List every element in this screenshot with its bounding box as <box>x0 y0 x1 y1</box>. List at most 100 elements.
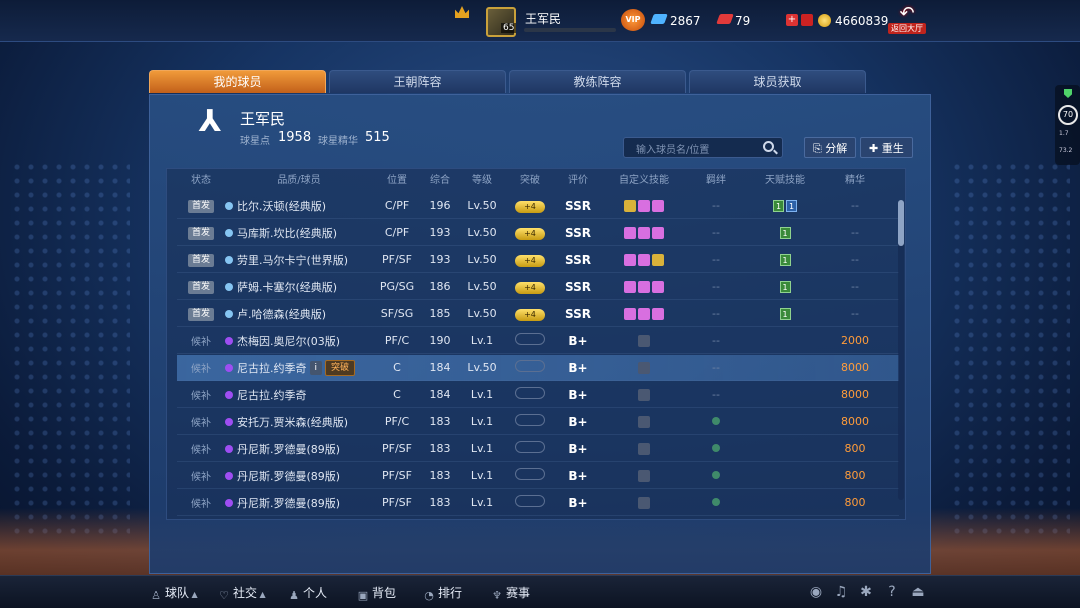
breakthrough-pill <box>515 387 545 399</box>
table-scrollbar[interactable] <box>898 200 904 500</box>
tab-coach-lineup[interactable]: 教练阵容 <box>509 70 686 93</box>
player-name[interactable]: 比尔.沃顿(经典版) <box>237 200 326 213</box>
player-table: 状态 品质/球员 位置 综合 等级 突破 评价 自定义技能 羁绊 天赋技能 精华 首发 比尔.沃顿(经… <box>166 168 906 520</box>
gear-icon[interactable]: ✱ <box>858 584 874 600</box>
music-icon[interactable]: ♫ <box>833 584 849 600</box>
essence-cell: -- <box>825 199 885 212</box>
player-name-cell: 尼古拉.约季奇 i 突破 <box>225 359 373 376</box>
nav-bag[interactable]: ▣ 背包 <box>357 584 396 602</box>
table-row[interactable]: 候补 尼古拉.约季奇 C 184 Lv.1 B+ -- 8000 <box>177 382 899 408</box>
player-name-cell: 比尔.沃顿(经典版) <box>225 198 373 214</box>
table-row[interactable]: 候补 丹尼斯.罗德曼(89版) PF/SF 183 Lv.1 B+ 800 <box>177 463 899 489</box>
fetter-icon <box>712 444 720 452</box>
table-row[interactable]: 候补 尼古拉.约季奇 i 突破 C 184 Lv.50 B+ -- 8000 <box>177 355 899 381</box>
level-cell: Lv.50 <box>459 226 505 239</box>
position: PG/SG <box>379 280 415 293</box>
skill-icon <box>652 200 664 212</box>
custom-skills-cell <box>601 334 687 347</box>
table-row[interactable]: 首发 比尔.沃顿(经典版) C/PF 196 Lv.50 +4 SSR -- 1 1 -- <box>177 193 899 219</box>
essence-cell: -- <box>825 226 885 239</box>
vip-icon[interactable]: VIP <box>621 9 645 31</box>
player-name[interactable]: 萨姆.卡塞尔(经典版) <box>237 281 337 294</box>
lock-icon <box>638 497 650 509</box>
rebirth-button[interactable]: ✚ 重生 <box>860 137 913 158</box>
breakthrough-cell: +4 <box>505 253 555 267</box>
essence-value: 800 <box>844 469 866 482</box>
info-button[interactable]: i <box>309 360 323 375</box>
talent-chip: 1 <box>779 254 791 266</box>
crown-icon <box>455 6 469 18</box>
player-name[interactable]: 丹尼斯.罗德曼(89版) <box>237 470 340 483</box>
table-row[interactable]: 首发 马库斯.坎比(经典版) C/PF 193 Lv.50 +4 SSR -- 1 -- <box>177 220 899 246</box>
breakthrough-button[interactable]: 突破 <box>325 359 356 376</box>
nav-team[interactable]: ♙ 球队 ▲ <box>150 584 198 602</box>
player-name[interactable]: 卢.哈德森(经典版) <box>237 308 326 321</box>
meter-line-1: 1.7 <box>1059 130 1069 137</box>
player-name[interactable]: 尼古拉.约季奇 <box>237 389 307 402</box>
quality-dot-icon <box>225 255 233 264</box>
exit-icon[interactable]: ⏏ <box>910 584 926 600</box>
overall: 185 <box>429 307 451 320</box>
lock-icon <box>638 389 650 401</box>
nav-rank[interactable]: ◔ 排行 <box>423 584 462 602</box>
help-icon[interactable]: ? <box>884 584 900 600</box>
overall: 190 <box>429 334 451 347</box>
back-to-lobby-button[interactable]: ↶ 返回大厅 <box>888 5 926 39</box>
ticket-count: 79 <box>735 14 751 28</box>
column-header: 等级 <box>472 175 492 186</box>
fetter-value: -- <box>712 199 720 212</box>
table-row[interactable]: 首发 萨姆.卡塞尔(经典版) PG/SG 186 Lv.50 +4 SSR -- 1 -- <box>177 274 899 300</box>
star-points-label: 球星点 <box>240 136 270 147</box>
position: C <box>393 361 401 374</box>
nav-social[interactable]: ♡ 社交 ▲ <box>218 584 266 602</box>
talent-chip: 1 <box>779 281 791 293</box>
player-name-cell: 安托万.贾米森(经典版) <box>225 414 373 430</box>
status-badge: 候补 <box>191 391 211 402</box>
rating: B+ <box>568 360 588 375</box>
search-input[interactable] <box>624 141 754 160</box>
essence-cell: 8000 <box>825 415 885 428</box>
table-row[interactable]: 候补 杰梅因.奥尼尔(03版) PF/C 190 Lv.1 B+ -- 2000 <box>177 328 899 354</box>
player-name[interactable]: 丹尼斯.罗德曼(89版) <box>237 497 340 510</box>
status-cell: 候补 <box>177 495 225 510</box>
skill-icon <box>652 227 664 239</box>
player-name[interactable]: 尼古拉.约季奇 <box>237 362 307 375</box>
essence-value: 8000 <box>841 415 869 428</box>
essence-cell: 800 <box>825 496 885 509</box>
chat-icon[interactable]: ◉ <box>808 584 824 600</box>
decompose-button[interactable]: ⎘ 分解 <box>804 137 857 158</box>
decompose-label: 分解 <box>825 142 848 155</box>
overall-cell: 196 <box>421 199 459 212</box>
skill-icon <box>624 200 636 212</box>
nav-events[interactable]: ♆ 赛事 <box>491 584 530 602</box>
table-row[interactable]: 首发 劳里.马尔卡宁(世界版) PF/SF 193 Lv.50 +4 SSR -- 1 -- <box>177 247 899 273</box>
essence-value: -- <box>851 199 859 212</box>
table-row[interactable]: 候补 丹尼斯.罗德曼(89版) PF/SF 183 Lv.1 B+ 800 <box>177 436 899 462</box>
skill-icon <box>624 227 636 239</box>
tab-my-players[interactable]: 我的球员 <box>149 70 326 93</box>
level-cell: Lv.50 <box>459 199 505 212</box>
position-cell: C/PF <box>373 199 421 212</box>
tab-player-acquire[interactable]: 球员获取 <box>689 70 866 93</box>
tab-dynasty-lineup[interactable]: 王朝阵容 <box>329 70 506 93</box>
player-name[interactable]: 丹尼斯.罗德曼(89版) <box>237 443 340 456</box>
table-row[interactable]: 候补 丹尼斯.罗德曼(89版) PF/SF 183 Lv.1 B+ 800 <box>177 490 899 516</box>
skill-icon <box>652 254 664 266</box>
skill-icon <box>624 254 636 266</box>
flag-icon[interactable] <box>801 14 813 26</box>
player-name[interactable]: 安托万.贾米森(经典版) <box>237 416 348 429</box>
search-icon[interactable] <box>763 141 774 152</box>
table-row[interactable]: 候补 安托万.贾米森(经典版) PF/C 183 Lv.1 B+ 8000 <box>177 409 899 435</box>
player-name[interactable]: 劳里.马尔卡宁(世界版) <box>237 254 348 267</box>
quality-dot-icon <box>225 336 233 345</box>
player-name[interactable]: 杰梅因.奥尼尔(03版) <box>237 335 340 348</box>
add-currency-button[interactable]: + <box>786 14 798 26</box>
table-row[interactable]: 首发 卢.哈德森(经典版) SF/SG 185 Lv.50 +4 SSR -- 1 -- <box>177 301 899 327</box>
owner-name: 王军民 <box>240 110 286 128</box>
nav-personal[interactable]: ♟ 个人 <box>288 584 327 602</box>
scroll-thumb[interactable] <box>898 200 904 246</box>
status-badge: 候补 <box>191 445 211 456</box>
player-name[interactable]: 马库斯.坎比(经典版) <box>237 227 337 240</box>
skill-icon <box>652 308 664 320</box>
essence-cell: 800 <box>825 442 885 455</box>
